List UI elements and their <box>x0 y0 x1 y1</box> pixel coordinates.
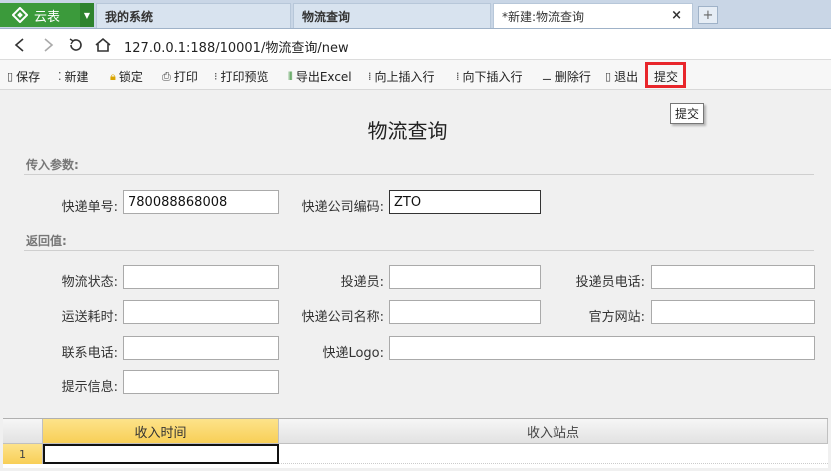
logo-label: 快递Logo: <box>322 346 384 361</box>
toolbar: ▯ 保存 ⁚ 新建 🔒︎ 锁定 ⎙ 打印 ⁝ 打印预览 ⦀ 导出Excel ⁞ 向上插入行 ⁞… <box>0 60 831 90</box>
insert-row-below-button[interactable]: ⁞ 向下插入行 <box>456 68 523 85</box>
logistics-status-input[interactable] <box>123 265 279 289</box>
grid-corner <box>3 419 43 444</box>
insert-above-icon: ⁞ <box>368 70 372 83</box>
save-icon: ▯ <box>7 70 14 83</box>
plus-icon[interactable]: + <box>698 6 718 24</box>
company-code-input[interactable]: ZTO <box>389 190 541 214</box>
website-input[interactable] <box>651 300 815 324</box>
chevron-down-icon[interactable]: ▼ <box>80 3 94 27</box>
courier-label: 投递员: <box>340 275 384 290</box>
export-excel-button[interactable]: ⦀ 导出Excel <box>288 68 352 85</box>
exit-icon: ▯ <box>605 70 612 83</box>
new-button[interactable]: ⁚ 新建 <box>58 68 89 85</box>
back-icon[interactable] <box>10 35 30 55</box>
logistics-status-label: 物流状态: <box>61 275 118 290</box>
transit-time-input[interactable] <box>123 300 279 324</box>
tab-label: 物流查询 <box>302 9 351 24</box>
print-preview-icon: ⁝ <box>214 70 218 83</box>
excel-icon: ⦀ <box>288 69 293 83</box>
input-section-heading: 传入参数: <box>26 158 79 172</box>
save-button[interactable]: ▯ 保存 <box>7 68 40 85</box>
grid-cell-time[interactable] <box>43 444 279 464</box>
website-label: 官方网站: <box>588 310 645 325</box>
company-name-label: 快递公司名称: <box>301 310 384 325</box>
hint-label: 提示信息: <box>61 380 118 395</box>
print-button[interactable]: ⎙ 打印 <box>162 68 198 85</box>
courier-phone-label: 投递员电话: <box>575 275 645 290</box>
grid-cell-site[interactable] <box>279 444 828 464</box>
tab-label: *新建:物流查询 <box>502 9 585 24</box>
brand-menu[interactable]: 云表 ▼ <box>0 3 94 27</box>
divider <box>24 174 814 175</box>
new-icon: ⁚ <box>58 70 62 83</box>
page-title: 物流查询 <box>367 119 448 143</box>
lock-button[interactable]: 🔒︎ 锁定 <box>110 68 143 85</box>
transit-time-label: 运送耗时: <box>61 310 118 325</box>
exit-button[interactable]: ▯ 退出 <box>605 68 638 85</box>
contact-phone-label: 联系电话: <box>61 346 118 361</box>
tracking-no-label: 快递单号: <box>61 200 118 215</box>
row-number[interactable]: 1 <box>3 444 43 464</box>
company-name-input[interactable] <box>389 300 541 324</box>
contact-phone-input[interactable] <box>123 336 279 360</box>
lock-icon: 🔒︎ <box>110 69 116 83</box>
close-icon[interactable]: × <box>671 8 682 23</box>
tab-label: 我的系统 <box>105 9 154 24</box>
tab-my-system[interactable]: 我的系统 <box>96 3 291 28</box>
output-section-heading: 返回值: <box>26 234 67 248</box>
insert-row-above-button[interactable]: ⁞ 向上插入行 <box>368 68 435 85</box>
company-code-label: 快递公司编码: <box>301 200 384 215</box>
column-header-site[interactable]: 收入站点 <box>279 419 828 444</box>
diamond-logo-icon <box>12 7 28 23</box>
delete-row-icon: ⚊ <box>542 70 552 83</box>
submit-highlight <box>645 62 686 88</box>
courier-input[interactable] <box>389 265 541 289</box>
brand-label: 云表 <box>34 9 61 25</box>
home-icon[interactable] <box>93 35 113 55</box>
tracking-no-input[interactable]: 780088868008 <box>123 190 279 214</box>
address-bar[interactable]: 127.0.0.1:188/10001/物流查询/new <box>124 37 349 56</box>
hint-input[interactable] <box>123 370 279 394</box>
detail-grid: 收入时间 收入站点 1 <box>3 418 828 468</box>
column-header-time[interactable]: 收入时间 <box>43 419 279 444</box>
divider <box>24 250 814 251</box>
forward-icon[interactable] <box>38 35 58 55</box>
logo-input[interactable] <box>389 336 815 360</box>
print-icon: ⎙ <box>162 69 171 83</box>
print-preview-button[interactable]: ⁝ 打印预览 <box>214 68 269 85</box>
insert-below-icon: ⁞ <box>456 70 460 83</box>
tab-bar: 云表 ▼ 我的系统 物流查询 *新建:物流查询 × + <box>0 0 831 29</box>
tab-logistics-query[interactable]: 物流查询 <box>293 3 491 28</box>
delete-row-button[interactable]: ⚊ 删除行 <box>542 68 591 85</box>
refresh-icon[interactable] <box>66 35 86 55</box>
nav-bar: 127.0.0.1:188/10001/物流查询/new <box>0 29 831 60</box>
courier-phone-input[interactable] <box>651 265 815 289</box>
tab-new-logistics-query[interactable]: *新建:物流查询 × <box>493 3 693 28</box>
